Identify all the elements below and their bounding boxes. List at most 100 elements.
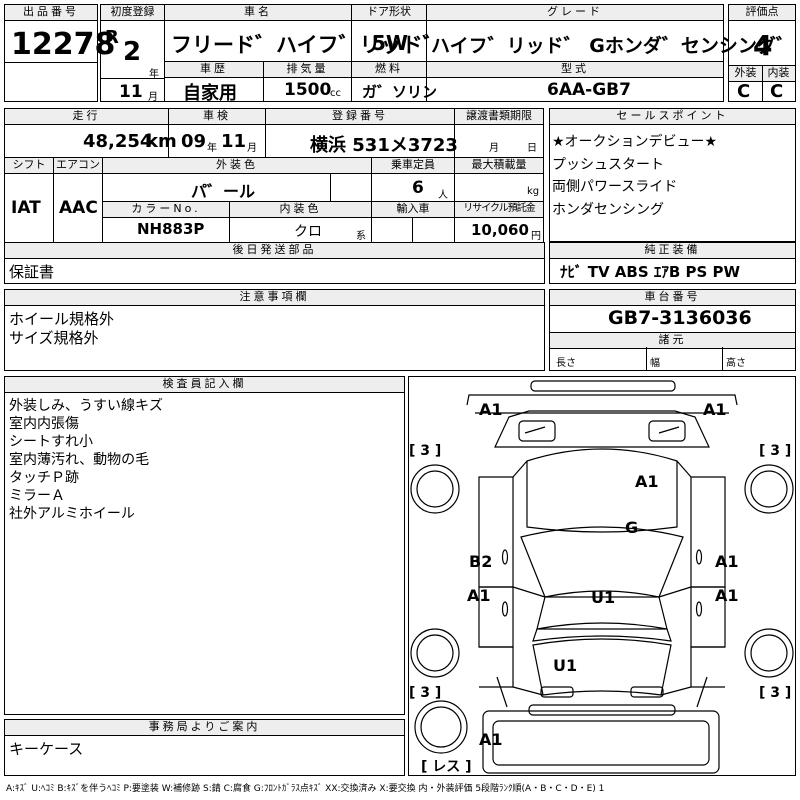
genuine-box: 純正装備 ﾅﾋﾞ TV ABS ｴｱB PS PW bbox=[549, 242, 796, 284]
inspector-line: 外装しみ、うすい線キズ bbox=[9, 398, 163, 414]
max-load-label: 最大積載量 bbox=[455, 158, 543, 174]
mark-right-rear-door: A1 bbox=[715, 586, 739, 605]
tire-mark-front-left: [ 3 ] bbox=[409, 443, 441, 459]
inspector-line: 室内内張傷 bbox=[9, 416, 79, 432]
recycle-unit: 円 bbox=[531, 231, 541, 242]
legend: A:ｷｽﾞ U:ﾍｺﾐ B:ｷｽﾞを伴うﾍｺﾐ P:要塗装 W:補修跡 S:錆 … bbox=[6, 784, 605, 794]
chassis-value: GB7-3136036 bbox=[608, 307, 752, 329]
first-reg-month-unit: 月 bbox=[148, 92, 158, 103]
displacement-unit: cc bbox=[330, 88, 341, 99]
interior-color-unit: 系 bbox=[356, 231, 366, 242]
car-name-box: 車名 フリード゛ハイフ゛リッド゛ bbox=[164, 4, 444, 62]
chassis-length: 長さ bbox=[556, 358, 576, 369]
mark-windshield: G bbox=[625, 518, 638, 537]
inspector-label: 検査員記入欄 bbox=[5, 377, 404, 393]
score-label: 評価点 bbox=[729, 5, 795, 21]
later-parts-box: 後日発送部品 保証書 bbox=[4, 242, 545, 284]
notes-box: 注意事項欄 ホイール規格外 サイズ規格外 bbox=[4, 289, 545, 371]
model-value: 6AA-GB7 bbox=[547, 80, 631, 100]
capacity-value: 6 bbox=[412, 178, 424, 198]
lot-label: 出品番号 bbox=[5, 5, 97, 21]
grade-label: グレード bbox=[427, 5, 723, 21]
inspector-line: ミラーＡ bbox=[9, 488, 65, 504]
score-ext: C bbox=[737, 81, 751, 102]
max-load-unit: kg bbox=[527, 186, 540, 197]
inspector-line: 社外アルミホイール bbox=[9, 506, 135, 522]
notes-line: サイズ規格外 bbox=[9, 329, 99, 347]
door-value: 5W bbox=[372, 31, 408, 55]
transfer-label: 譲渡書類期限 bbox=[455, 109, 543, 125]
mileage-label: 走行 bbox=[5, 109, 168, 125]
score-int: C bbox=[770, 81, 784, 102]
capacity-label: 乗車定員 bbox=[372, 158, 454, 174]
shift-box: シフト IAT bbox=[4, 157, 54, 243]
mileage-value: 48,254 bbox=[83, 131, 153, 152]
mark-left-front-door: B2 bbox=[469, 552, 492, 571]
score-box: 評価点 4 外装 内装 C C bbox=[728, 4, 796, 102]
first-reg-era: R bbox=[105, 27, 119, 48]
displacement-value: 1500 bbox=[284, 80, 332, 100]
inspector-line: 室内薄汚れ、動物の毛 bbox=[9, 452, 150, 468]
mark-front-right-corner: A1 bbox=[703, 400, 727, 419]
inspection-year-unit: 年 bbox=[207, 143, 217, 154]
sales-point-item: 両側パワースライド bbox=[552, 179, 678, 195]
registration-box: 登録番号 横浜 531メ3723 bbox=[265, 108, 458, 158]
genuine-label: 純正装備 bbox=[550, 243, 795, 259]
capacity-box: 乗車定員 6 人 bbox=[371, 157, 455, 202]
inspection-label: 車検 bbox=[169, 109, 265, 125]
office-box: 事務局よりご案内 キーケース bbox=[4, 719, 405, 776]
spare-mark: [ レス ] bbox=[421, 759, 472, 775]
interior-color-box: 内装色 クロ 系 bbox=[229, 201, 372, 243]
door-box: ドア形状 5W bbox=[351, 4, 427, 62]
interior-color-label: 内装色 bbox=[230, 202, 371, 218]
tire-mark-front-right: [ 3 ] bbox=[759, 443, 791, 459]
sales-point-item: ★オークションデビュー★ bbox=[552, 134, 718, 150]
history-value: 自家用 bbox=[183, 83, 237, 104]
office-value: キーケース bbox=[9, 740, 84, 758]
history-box: 車歴 自家用 bbox=[164, 61, 264, 104]
score-ext-label: 外装 bbox=[729, 65, 762, 82]
color-no-value: NH883P bbox=[137, 220, 205, 238]
color-no-box: カラーNo. NH883P bbox=[102, 201, 230, 243]
later-parts-label: 後日発送部品 bbox=[5, 243, 544, 259]
chassis-height: 高さ bbox=[726, 358, 746, 369]
inspector-line: タッチＰ跡 bbox=[9, 470, 79, 486]
exterior-color-value: パ゛ール bbox=[191, 182, 256, 201]
exterior-color-box: 外装色 パ゛ール bbox=[102, 157, 372, 202]
color-no-label: カラーNo. bbox=[103, 202, 229, 218]
model-label: 型式 bbox=[427, 62, 723, 78]
ac-box: エアコン AAC bbox=[53, 157, 103, 243]
mark-right-front-door: A1 bbox=[715, 552, 739, 571]
inspection-year: 09 bbox=[181, 131, 207, 152]
notes-label: 注意事項欄 bbox=[5, 290, 544, 306]
inspector-line: シートすれ小 bbox=[9, 434, 93, 450]
chassis-width: 幅 bbox=[650, 358, 660, 369]
shift-value: IAT bbox=[11, 198, 41, 218]
mark-spare-tire: A1 bbox=[479, 730, 503, 749]
max-load-box: 最大積載量 kg bbox=[454, 157, 544, 202]
mark-hood: A1 bbox=[635, 472, 659, 491]
registration-value: 横浜 531メ3723 bbox=[310, 135, 458, 156]
inspector-box: 検査員記入欄 外装しみ、うすい線キズ 室内内張傷 シートすれ小 室内薄汚れ、動物… bbox=[4, 376, 405, 715]
chassis-box: 車台番号 GB7-3136036 諸元 長さ 幅 高さ bbox=[549, 289, 796, 371]
first-reg-label: 初度登録 bbox=[101, 5, 164, 21]
ac-value: AAC bbox=[59, 198, 98, 218]
inspection-month-unit: 月 bbox=[247, 143, 257, 154]
score-int-label: 内装 bbox=[762, 65, 795, 82]
recycle-box: リサイクル預託金 10,060 円 bbox=[454, 201, 544, 243]
recycle-value: 10,060 bbox=[471, 221, 529, 239]
recycle-label: リサイクル預託金 bbox=[455, 202, 543, 218]
first-reg-box: 初度登録 R 2 年 11 月 bbox=[100, 4, 165, 103]
inspection-box: 車検 09 年 11 月 bbox=[168, 108, 266, 158]
mark-rear-glass: U1 bbox=[553, 656, 577, 675]
first-reg-month: 11 bbox=[119, 82, 143, 102]
genuine-value: ﾅﾋﾞ TV ABS ｴｱB PS PW bbox=[560, 263, 741, 281]
capacity-unit: 人 bbox=[438, 190, 448, 201]
chassis-spec-label: 諸元 bbox=[550, 332, 795, 349]
interior-color-value: クロ bbox=[294, 224, 322, 240]
transfer-box: 譲渡書類期限 月 日 bbox=[454, 108, 544, 158]
sales-points-label: セールスポイント bbox=[550, 109, 795, 125]
ac-label: エアコン bbox=[54, 158, 102, 174]
mark-front-left-corner: A1 bbox=[479, 400, 503, 419]
tire-mark-rear-right: [ 3 ] bbox=[759, 685, 791, 701]
